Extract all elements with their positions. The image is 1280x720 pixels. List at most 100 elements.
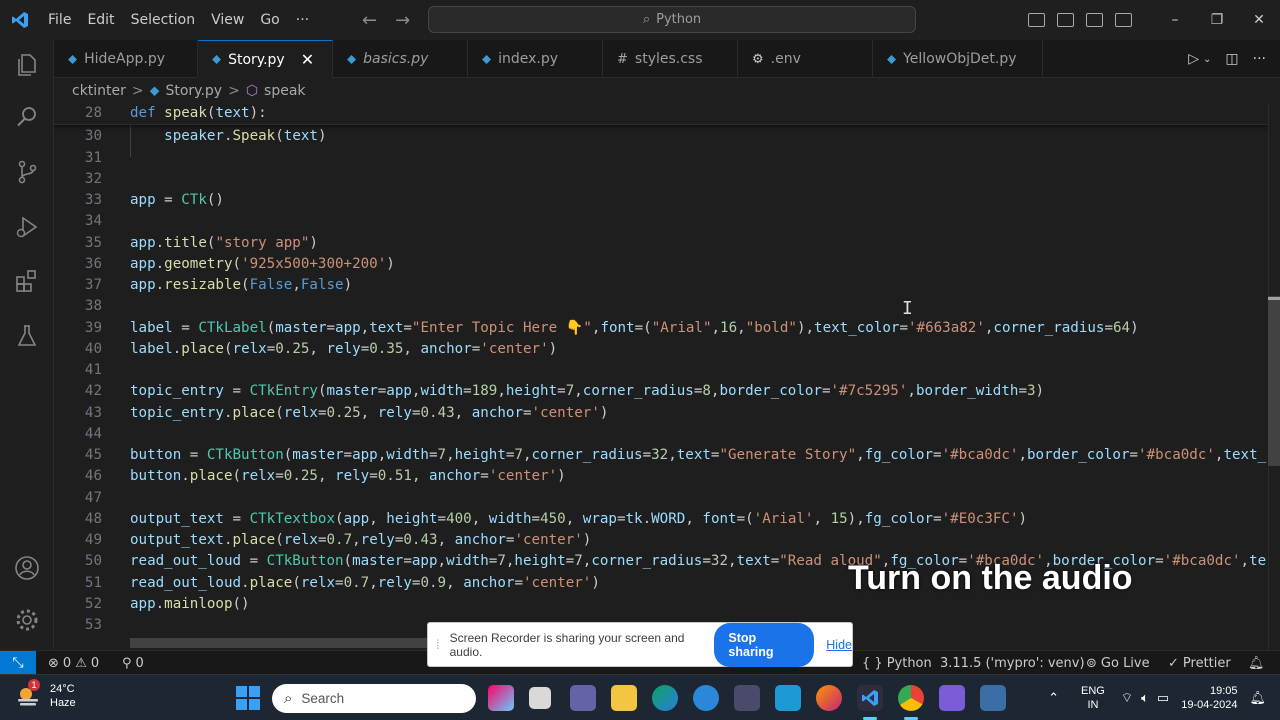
go-live-button[interactable]: ⊚ Go Live [1086, 651, 1150, 675]
clipchamp-icon[interactable] [939, 685, 965, 711]
file-explorer-icon[interactable] [611, 685, 637, 711]
tab-styles-css[interactable]: # styles.css [603, 40, 738, 78]
source-control-icon[interactable] [12, 157, 42, 187]
edge-browser-icon[interactable] [652, 685, 678, 711]
code-line[interactable]: 43 topic_entry.place(relx=0.25, rely=0.43… [54, 403, 1268, 424]
stop-sharing-button[interactable]: Stop sharing [714, 622, 815, 667]
help-app-icon[interactable] [693, 685, 719, 711]
code-line[interactable]: 46 button.place(relx=0.25, rely=0.51, anc… [54, 466, 1268, 487]
code-token: '#7c5295' [830, 383, 908, 400]
tab-story-py[interactable]: ⬥ Story.py ✕ [198, 40, 333, 78]
maximize-button[interactable]: ❐ [1196, 12, 1238, 28]
testing-flask-icon[interactable] [12, 321, 42, 351]
show-hidden-icons-chevron-icon[interactable]: ⌃ [1048, 690, 1059, 706]
code-line[interactable]: 44 [54, 424, 1268, 445]
code-token: = [369, 468, 378, 485]
menu-item[interactable]: View [203, 0, 252, 40]
code-line[interactable]: 28 def speak(text): [54, 103, 1268, 124]
split-editor-icon[interactable]: ◫ [1225, 51, 1238, 67]
run-and-debug-icon[interactable] [12, 212, 42, 242]
language-mode[interactable]: { } Python [862, 651, 932, 675]
menu-item[interactable]: Edit [79, 0, 122, 40]
mysql-workbench-icon[interactable] [775, 685, 801, 711]
code-line[interactable]: 36 app.geometry('925x500+300+200') [54, 254, 1268, 275]
horizontal-scrollbar-thumb[interactable] [130, 638, 430, 648]
code-line[interactable]: 42 topic_entry = CTkEntry(master=app,widt… [54, 381, 1268, 402]
code-line[interactable]: 45 button = CTkButton(master=app,width=7,… [54, 445, 1268, 466]
windows-start-icon[interactable] [236, 686, 260, 710]
vertical-scrollbar-thumb[interactable] [1268, 296, 1280, 466]
menu-item[interactable]: ··· [288, 0, 317, 40]
code-line[interactable]: 33 app = CTk() [54, 190, 1268, 211]
code-token: . [223, 532, 233, 548]
language-indicator[interactable]: ENG IN [1081, 684, 1105, 712]
microsoft-store-icon[interactable] [734, 685, 760, 711]
code-line[interactable]: 38 [54, 296, 1268, 317]
run-python-file-icon[interactable]: ▷ [1188, 51, 1199, 67]
code-line[interactable]: 41 [54, 360, 1268, 381]
hide-link[interactable]: Hide [826, 638, 852, 652]
toggle-panel-icon[interactable] [1057, 13, 1074, 27]
explorer-icon[interactable] [12, 50, 42, 80]
tab-hideapp-py[interactable]: ⬥ HideApp.py [54, 40, 198, 78]
back-arrow-icon[interactable]: ← [362, 10, 377, 31]
close-window-button[interactable]: ✕ [1238, 12, 1280, 28]
notification-bell-icon[interactable]: 🔔︎ [1249, 690, 1266, 706]
prettier-button[interactable]: ✓ Prettier [1168, 651, 1231, 675]
command-center[interactable]: ⌕ Python [428, 6, 916, 33]
account-icon[interactable] [12, 553, 42, 583]
remote-window-icon[interactable]: ⤡ [0, 651, 36, 675]
tab-basics-py[interactable]: ⬥ basics.py [333, 40, 468, 78]
copilot-app-icon[interactable] [488, 685, 514, 711]
chrome-icon[interactable] [898, 685, 924, 711]
more-actions-icon[interactable]: ··· [1253, 51, 1266, 67]
problems-indicator[interactable]: ⊗ 0 ⚠ 0 [48, 651, 99, 675]
code-line[interactable]: 40 label.place(relx=0.25, rely=0.35, anch… [54, 339, 1268, 360]
firefox-icon[interactable] [816, 685, 842, 711]
forward-arrow-icon[interactable]: → [395, 10, 410, 31]
run-dropdown-chevron-icon[interactable]: ⌄ [1203, 54, 1211, 65]
code-line[interactable]: 35 app.title("story app") [54, 233, 1268, 254]
task-view-icon[interactable] [529, 687, 551, 709]
wifi-icon[interactable]: ⌔ [1121, 690, 1133, 706]
code-line[interactable]: 37 app.resizable(False,False) [54, 275, 1268, 296]
code-line[interactable]: 47 [54, 488, 1268, 509]
toggle-primary-sidebar-icon[interactable] [1028, 13, 1045, 27]
ports-indicator[interactable]: ⚲ 0 [122, 651, 144, 675]
breadcrumb-file[interactable]: Story.py [165, 83, 222, 99]
code-line[interactable]: 31 [54, 148, 1268, 169]
teams-chat-icon[interactable] [570, 685, 596, 711]
breadcrumb-folder[interactable]: cktinter [72, 83, 126, 99]
tab-yellowobjdet-py[interactable]: ⬥ YellowObjDet.py [873, 40, 1043, 78]
menu-item[interactable]: File [40, 0, 79, 40]
clock[interactable]: 19:05 19-04-2024 [1181, 684, 1237, 712]
taskbar-search-box[interactable]: ⌕ Search [272, 684, 476, 713]
tab-index-py[interactable]: ⬥ index.py [468, 40, 603, 78]
toggle-secondary-sidebar-icon[interactable] [1086, 13, 1103, 27]
drag-handle-icon[interactable]: ⁞ [436, 637, 440, 652]
customize-layout-icon[interactable] [1115, 13, 1132, 27]
notifications-bell-icon[interactable]: 🔔︎ [1248, 651, 1265, 675]
code-token: ) [1130, 319, 1139, 336]
weather-widget[interactable]: 1 24°C Haze [14, 679, 76, 710]
minimize-button[interactable]: – [1154, 12, 1196, 28]
code-line[interactable]: 30 speaker.Speak(text) [54, 126, 1268, 147]
python-interpreter[interactable]: 3.11.5 ('mypro': venv) [940, 651, 1085, 675]
vscode-taskbar-icon[interactable] [857, 685, 883, 711]
code-line[interactable]: 49 output_text.place(relx=0.7,rely=0.43, … [54, 530, 1268, 551]
breadcrumb-symbol[interactable]: speak [264, 83, 305, 99]
code-line[interactable]: 39 label = CTkLabel(master=app,text="Ente… [54, 318, 1268, 339]
search-icon[interactable] [12, 102, 42, 132]
extensions-icon[interactable] [12, 266, 42, 296]
menu-item[interactable]: Selection [123, 0, 204, 40]
code-line[interactable]: 48 output_text = CTkTextbox(app, height=4… [54, 509, 1268, 530]
code-line[interactable]: 32 [54, 169, 1268, 190]
volume-icon[interactable]: 🔈︎ [1141, 690, 1149, 706]
tab-env[interactable]: ⚙ .env [738, 40, 873, 78]
code-line[interactable]: 34 [54, 211, 1268, 232]
settings-gear-icon[interactable] [12, 605, 42, 635]
screen-recorder-icon[interactable] [980, 685, 1006, 711]
menu-item[interactable]: Go [252, 0, 287, 40]
battery-icon[interactable]: ▭ [1157, 690, 1169, 706]
close-tab-icon[interactable]: ✕ [301, 50, 314, 69]
